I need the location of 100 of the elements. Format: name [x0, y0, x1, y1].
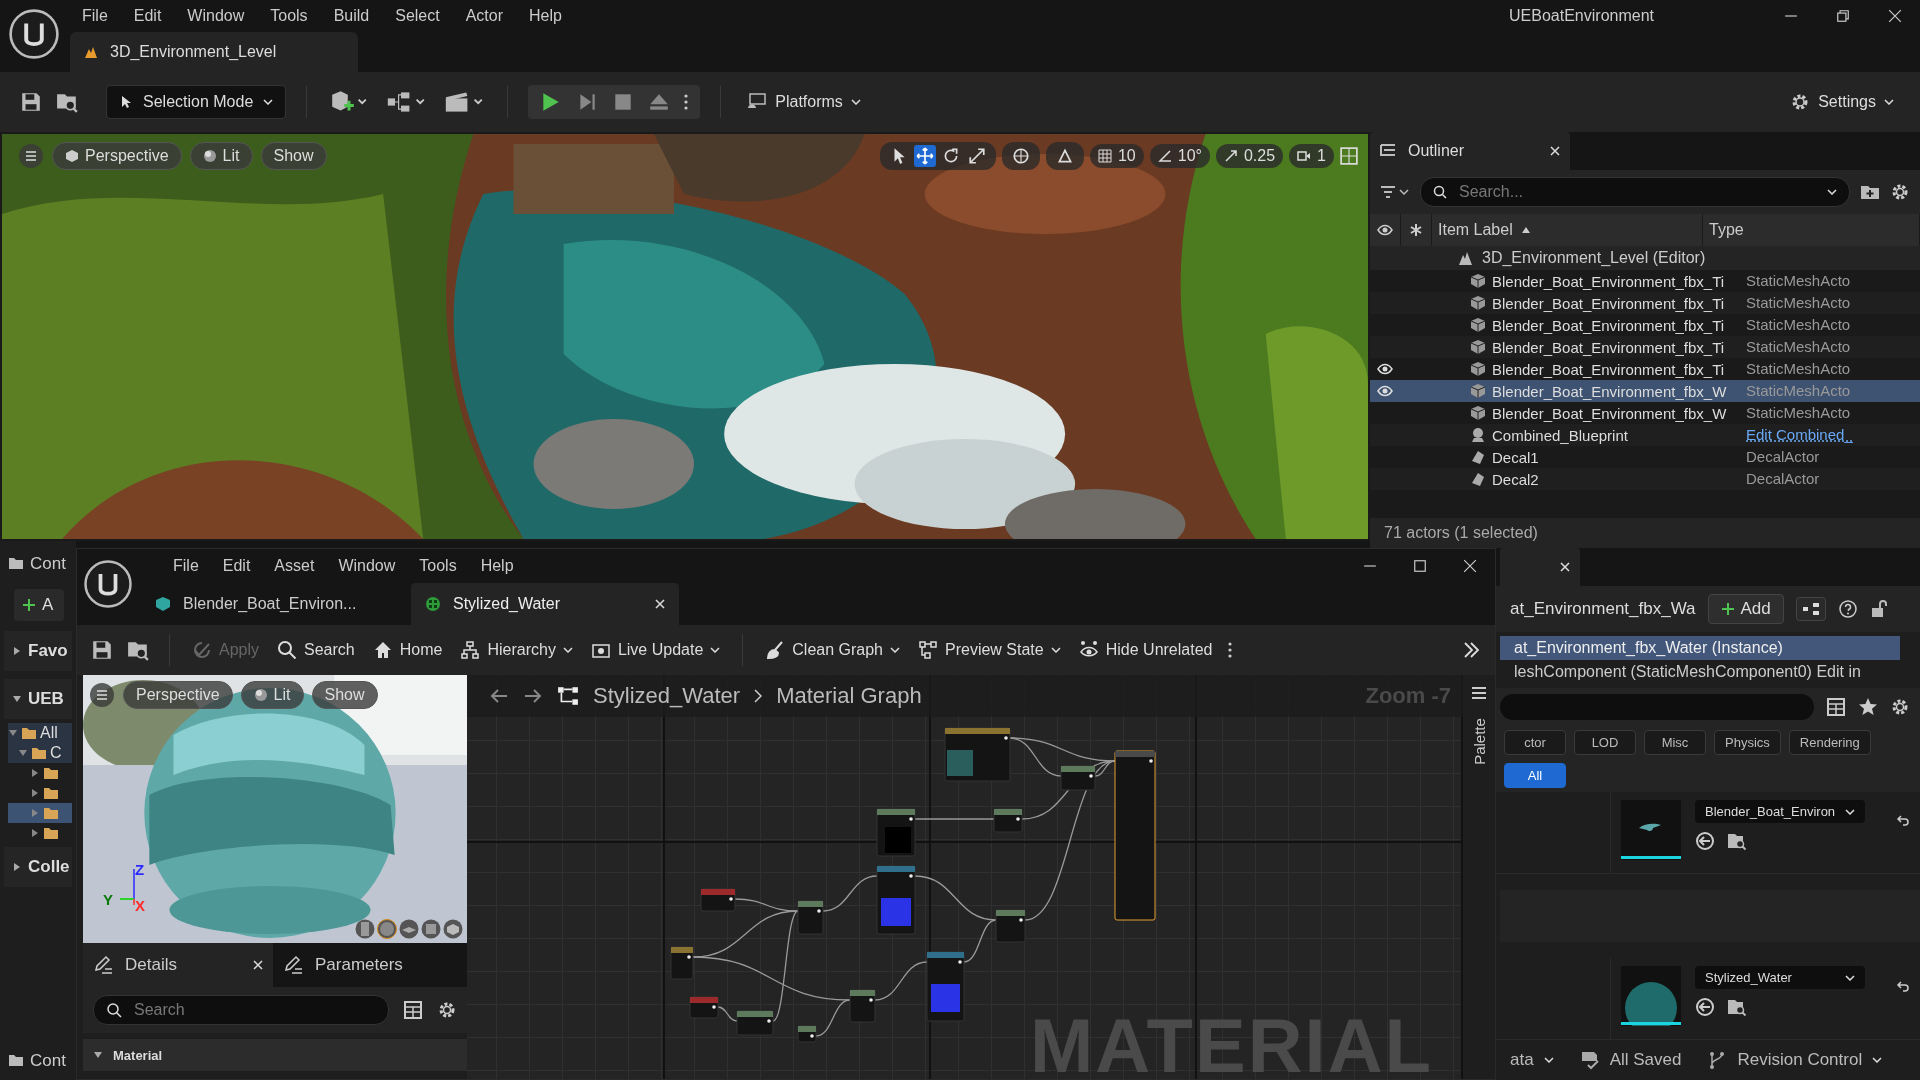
section-header[interactable]: Colle — [4, 847, 72, 887]
menu-item[interactable]: Select — [383, 3, 452, 29]
thumbnail[interactable] — [1621, 800, 1681, 860]
maximize-icon[interactable] — [1413, 559, 1427, 573]
folder-search-icon[interactable] — [127, 639, 149, 661]
edit-link[interactable]: Edit Combined_ — [1746, 426, 1853, 443]
menu-item[interactable]: Tools — [258, 3, 320, 29]
perspective-button[interactable]: Perspective — [123, 681, 233, 709]
toolbar-button[interactable]: Home — [370, 636, 445, 664]
outliner-row[interactable]: Blender_Boat_Environment_fbx_Ti StaticMeshActo — [1370, 336, 1920, 358]
settings-icon[interactable] — [1890, 182, 1910, 202]
toolbar-button[interactable]: Hide Unrelated — [1076, 636, 1215, 664]
save-icon[interactable] — [91, 639, 113, 661]
folder-search-icon[interactable] — [1727, 831, 1747, 851]
toolbar-button[interactable]: Clean Graph — [763, 636, 902, 664]
search-field[interactable]: Search... — [1420, 177, 1850, 207]
expand-icon[interactable] — [1461, 640, 1481, 660]
editor-tab[interactable]: Blender_Boat_Environ... — [141, 583, 409, 625]
graph-node[interactable] — [995, 909, 1026, 943]
revision-control-button[interactable]: Revision Control — [1707, 1050, 1883, 1070]
menu-item[interactable]: Window — [175, 3, 257, 29]
table-icon[interactable] — [1826, 697, 1846, 717]
breadcrumb-link[interactable]: Stylized_Water — [593, 683, 741, 709]
selection-mode-dropdown[interactable]: Selection Mode — [106, 85, 287, 119]
graph-node[interactable] — [1060, 765, 1096, 791]
graph-node[interactable] — [926, 951, 965, 1022]
asset-dropdown[interactable]: Blender_Boat_Environ — [1695, 800, 1865, 823]
graph-node[interactable] — [700, 888, 736, 912]
level-tab[interactable]: 3D_Environment_Level — [70, 32, 358, 72]
section-header[interactable]: UEB — [4, 679, 72, 719]
menu-item[interactable]: Help — [468, 553, 526, 579]
close-icon[interactable] — [1463, 559, 1477, 573]
use-selected-icon[interactable] — [1695, 997, 1715, 1017]
filter-chip[interactable]: Misc — [1644, 730, 1706, 755]
toolbar-button[interactable]: Search — [275, 636, 357, 664]
search-field[interactable]: Search — [93, 995, 389, 1025]
plane-icon[interactable] — [399, 919, 419, 939]
menu-item[interactable]: File — [161, 553, 211, 579]
section-header[interactable]: Material — [83, 1039, 467, 1071]
toolbar-button[interactable]: Hierarchy — [458, 636, 575, 664]
thumbnail[interactable] — [1621, 966, 1681, 1026]
asset-dropdown[interactable]: Stylized_Water — [1695, 966, 1865, 989]
use-selected-icon[interactable] — [1695, 831, 1715, 851]
cylinder-icon[interactable] — [355, 919, 375, 939]
outliner-row[interactable]: Blender_Boat_Environment_fbx_Ti StaticMeshActo — [1370, 358, 1920, 380]
menu-item[interactable]: Window — [326, 553, 408, 579]
folder-search-icon[interactable] — [1727, 997, 1747, 1017]
eye-icon[interactable] — [1377, 383, 1393, 399]
filter-chip[interactable]: LOD — [1574, 730, 1636, 755]
more-icon[interactable] — [684, 92, 689, 112]
close-icon[interactable] — [1560, 562, 1570, 572]
layout-icon[interactable] — [1340, 147, 1358, 165]
all-saved-button[interactable]: All Saved — [1579, 1050, 1682, 1070]
section-header[interactable]: Favo — [4, 631, 72, 671]
table-icon[interactable] — [403, 1000, 423, 1020]
menu-item[interactable]: Help — [517, 3, 574, 29]
editor-tab[interactable]: Stylized_Water — [411, 583, 679, 625]
show-button[interactable]: Show — [260, 142, 327, 170]
menu-item[interactable]: Tools — [407, 553, 469, 579]
platforms-dropdown[interactable]: Platforms — [741, 86, 867, 118]
graph-node[interactable] — [797, 1025, 817, 1043]
help-icon[interactable] — [1837, 599, 1858, 619]
panel-tab[interactable]: Details — [83, 943, 273, 987]
outliner-row[interactable]: Decal1 DecalActor — [1370, 446, 1920, 468]
filter-chip[interactable]: Rendering — [1788, 730, 1871, 755]
graph-node[interactable] — [1114, 750, 1156, 921]
folder-item[interactable] — [8, 803, 72, 823]
graph-node[interactable] — [670, 946, 694, 980]
sphere-icon[interactable] — [377, 919, 397, 939]
settings-dropdown[interactable]: Settings — [1784, 86, 1900, 118]
menu-item[interactable]: Build — [321, 3, 382, 29]
graph-node[interactable] — [797, 900, 824, 935]
outliner-row[interactable]: Blender_Boat_Environment_fbx_W StaticMeshActo — [1370, 402, 1920, 424]
restore-icon[interactable] — [1836, 9, 1850, 23]
menu-icon[interactable] — [89, 682, 115, 708]
close-icon[interactable] — [253, 960, 263, 970]
move-icon[interactable] — [913, 145, 936, 167]
graph-node[interactable] — [689, 996, 719, 1019]
toolbar-button[interactable]: Preview State — [916, 636, 1063, 664]
menu-item[interactable]: Asset — [262, 553, 327, 579]
filter-chip[interactable]: Physics — [1714, 730, 1781, 755]
settings-icon[interactable] — [1890, 697, 1910, 717]
perspective-button[interactable]: Perspective — [52, 142, 182, 170]
save-icon[interactable] — [20, 91, 42, 113]
menu-item[interactable]: Edit — [210, 553, 263, 579]
outliner-tab[interactable]: Outliner — [1370, 132, 1570, 170]
teapot-icon[interactable] — [443, 919, 463, 939]
outliner-row[interactable]: Blender_Boat_Environment_fbx_Ti StaticMeshActo — [1370, 270, 1920, 292]
outliner-row[interactable]: Combined_Blueprint Edit Combined_ — [1370, 424, 1920, 446]
star-icon[interactable] — [1858, 697, 1878, 717]
filter-chip[interactable]: All — [1504, 763, 1566, 788]
graph-node[interactable] — [849, 989, 876, 1023]
graph-node[interactable] — [876, 808, 916, 857]
cube-icon[interactable] — [421, 919, 441, 939]
blueprint-icon[interactable] — [1795, 597, 1826, 621]
close-icon[interactable] — [1550, 146, 1560, 156]
eye-icon[interactable] — [1377, 222, 1393, 238]
lit-button[interactable]: Lit — [189, 142, 253, 170]
filter-chip[interactable]: ctor — [1504, 730, 1566, 755]
outliner-row[interactable]: Blender_Boat_Environment_fbx_W StaticMeshActo — [1370, 380, 1920, 402]
